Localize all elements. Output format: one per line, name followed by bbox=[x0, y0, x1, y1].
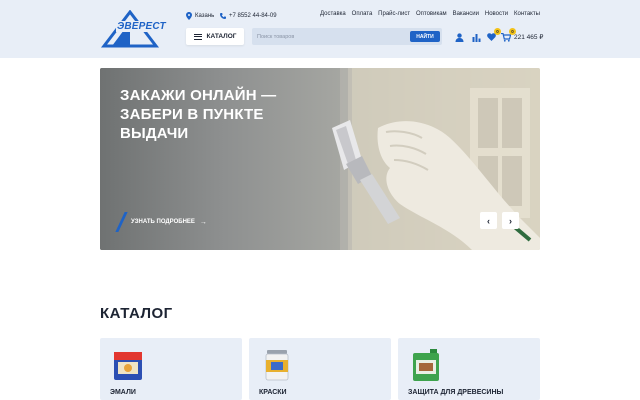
phone-link[interactable]: +7 8552 44-84-09 bbox=[220, 11, 277, 21]
catalog-card-label: ЭМАЛИ bbox=[110, 389, 136, 396]
paint-can-icon bbox=[265, 350, 289, 381]
phone-icon bbox=[220, 13, 226, 19]
compare-button[interactable] bbox=[470, 31, 482, 43]
site-header: ЭВЕРЕСТ Казань +7 8552 44-84-09 Доставка… bbox=[0, 0, 640, 58]
nav-contacts[interactable]: Контакты bbox=[514, 11, 540, 17]
heart-icon bbox=[486, 33, 496, 41]
nav-vacancies[interactable]: Вакансии bbox=[453, 11, 479, 17]
nav-wholesale[interactable]: Оптовикам bbox=[416, 11, 447, 17]
compare-bars-icon bbox=[472, 33, 480, 42]
banner-link-label: УЗНАТЬ ПОДРОБНЕЕ bbox=[131, 219, 195, 225]
banner-learn-more-link[interactable]: УЗНАТЬ ПОДРОБНЕЕ → bbox=[115, 212, 207, 232]
nav-news[interactable]: Новости bbox=[485, 11, 508, 17]
catalog-card-paints[interactable]: КРАСКИ bbox=[249, 338, 391, 400]
top-navigation: Доставка Оплата Прайс-лист Оптовикам Вак… bbox=[320, 11, 540, 17]
cart-total[interactable]: 221 465 ₽ bbox=[514, 33, 543, 41]
city-selector[interactable]: Казань bbox=[186, 11, 214, 21]
user-icon bbox=[455, 32, 463, 42]
chevron-right-icon: › bbox=[509, 215, 512, 226]
favorites-button[interactable]: 0 bbox=[485, 28, 501, 43]
enamel-can-icon bbox=[114, 352, 142, 380]
slider-prev-button[interactable]: ‹ bbox=[480, 212, 497, 229]
catalog-button-label: КАТАЛОГ bbox=[206, 33, 237, 40]
search-input[interactable] bbox=[252, 28, 407, 45]
nav-delivery[interactable]: Доставка bbox=[320, 11, 346, 17]
catalog-card-wood-protection[interactable]: ЗАЩИТА ДЛЯ ДРЕВЕСИНЫ bbox=[398, 338, 540, 400]
account-button[interactable] bbox=[453, 31, 465, 43]
catalog-section-title: КАТАЛОГ bbox=[100, 305, 173, 322]
catalog-button[interactable]: КАТАЛОГ bbox=[186, 28, 244, 45]
nav-payment[interactable]: Оплата bbox=[352, 11, 373, 17]
menu-icon bbox=[193, 33, 202, 40]
logo-text: ЭВЕРЕСТ bbox=[116, 21, 167, 32]
nav-price-list[interactable]: Прайс-лист bbox=[378, 11, 410, 17]
search-button[interactable]: НАЙТИ bbox=[410, 31, 440, 42]
banner-title: ЗАКАЖИ ОНЛАЙН — ЗАБЕРИ В ПУНКТЕ ВЫДАЧИ bbox=[120, 87, 277, 142]
wood-protection-canister-icon bbox=[413, 349, 439, 381]
catalog-card-label: ЗАЩИТА ДЛЯ ДРЕВЕСИНЫ bbox=[408, 389, 504, 396]
city-label: Казань bbox=[195, 13, 215, 19]
catalog-card-label: КРАСКИ bbox=[259, 389, 287, 396]
slider-next-button[interactable]: › bbox=[502, 212, 519, 229]
chevron-left-icon: ‹ bbox=[487, 215, 490, 226]
location-pin-icon bbox=[186, 12, 192, 20]
cart-button[interactable]: 0 bbox=[500, 28, 516, 43]
promo-banner[interactable]: ЗАКАЖИ ОНЛАЙН — ЗАБЕРИ В ПУНКТЕ ВЫДАЧИ У… bbox=[100, 68, 540, 250]
phone-number: +7 8552 44-84-09 bbox=[229, 13, 277, 19]
arrow-right-icon: → bbox=[199, 218, 207, 226]
catalog-card-enamels[interactable]: ЭМАЛИ bbox=[100, 338, 242, 400]
